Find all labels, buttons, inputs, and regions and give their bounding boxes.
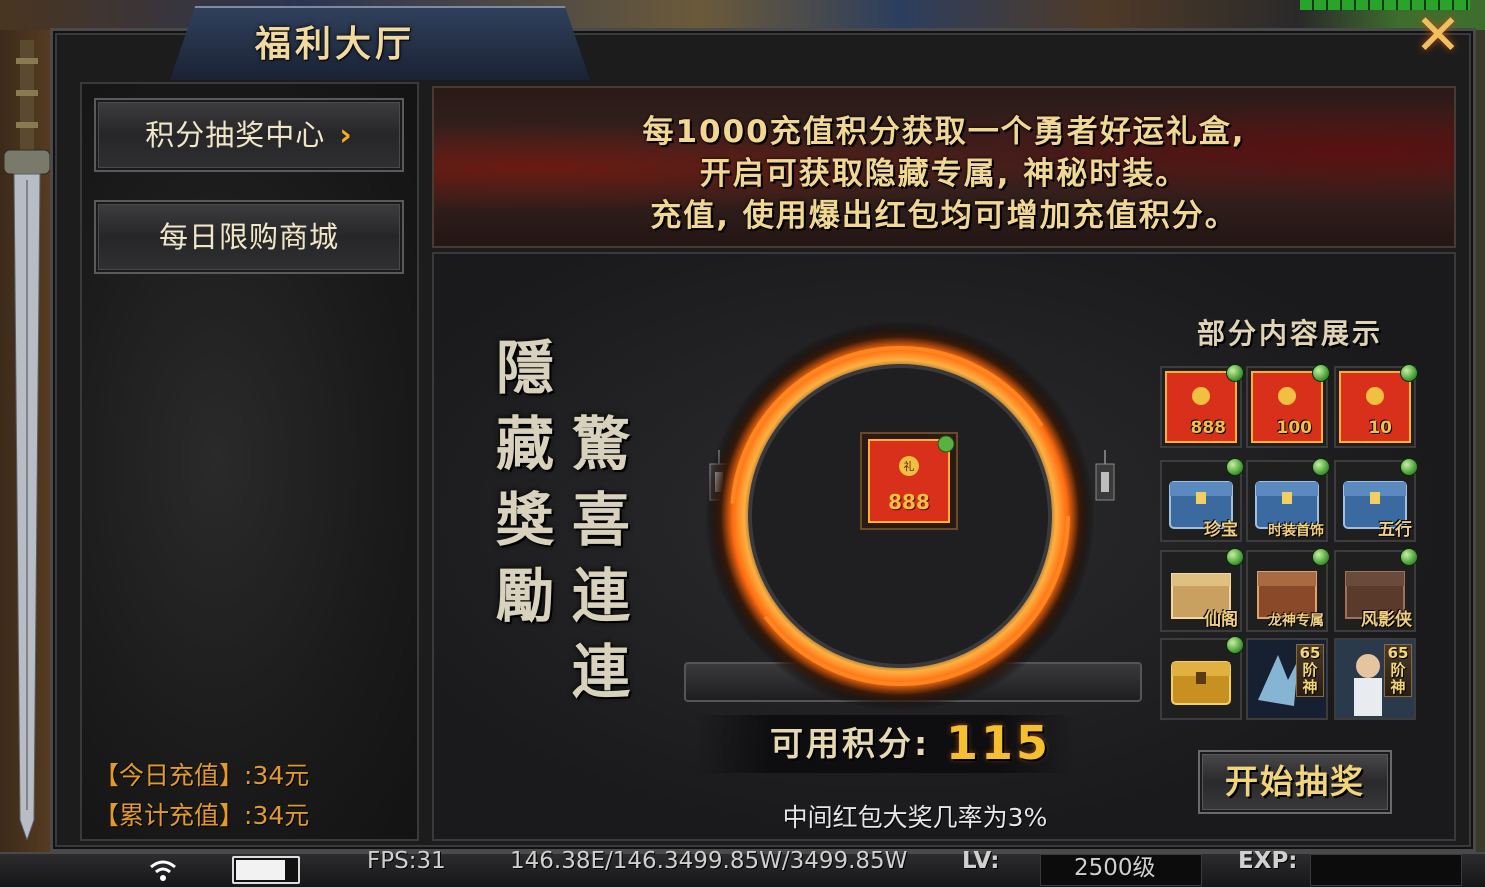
showcase-item-red-envelope-100[interactable]: 100 xyxy=(1246,364,1330,448)
banner-line-2: 开启可获取隐藏专属, 神秘时装。 xyxy=(699,156,1189,192)
owned-indicator-icon xyxy=(1400,364,1418,382)
points-label: 可用积分: xyxy=(770,724,931,763)
fps-readout: FPS:31 xyxy=(367,848,446,874)
level-value: 2500级 xyxy=(1074,855,1156,881)
window-title: 福利大厅 xyxy=(254,24,415,65)
hp-mp-readout: 146.38E/146.3499.85W/3499.85W xyxy=(510,848,908,874)
showcase-item-character[interactable]: 65阶神 xyxy=(1334,638,1416,720)
item-label: 五行 xyxy=(1378,520,1412,540)
showcase-item-treasure[interactable]: 珍宝 xyxy=(1160,458,1244,542)
slogan-text: 驚喜連連 xyxy=(571,410,630,706)
tier-tag: 65阶神 xyxy=(1296,644,1324,697)
showcase-title: 部分内容展示 xyxy=(1196,317,1383,350)
slogan-column-surprise: 驚喜連連 xyxy=(566,406,636,710)
exp-label: EXP: xyxy=(1238,848,1298,874)
sidebar-item-label: 积分抽奖中心 xyxy=(145,118,326,152)
main-prize-red-envelope-icon: 礼 xyxy=(860,432,958,530)
banner-line-1: 每1000充值积分获取一个勇者好运礼盒, xyxy=(642,114,1246,150)
owned-indicator-icon xyxy=(1226,458,1244,476)
showcase-item-gold-chest[interactable] xyxy=(1160,636,1244,720)
banner-line-3: 充值, 使用爆出红包均可增加充值积分。 xyxy=(650,198,1238,234)
sidebar: 积分抽奖中心 › 每日限购商城 【今日充值】:34元 【累计充值】:34元 xyxy=(80,82,419,841)
showcase-item-five-elements[interactable]: 五行 xyxy=(1334,458,1418,542)
main-prize-label: 888 xyxy=(888,490,930,514)
exp-box xyxy=(1310,854,1462,886)
today-charge: 【今日充值】:34元 xyxy=(94,756,309,792)
owned-indicator-icon xyxy=(1312,364,1330,382)
wifi-icon xyxy=(150,860,176,881)
total-charge: 【累计充值】:34元 xyxy=(94,796,309,832)
tier-tag: 65阶神 xyxy=(1384,644,1412,697)
battery-level xyxy=(236,860,285,880)
item-label: 珍宝 xyxy=(1204,520,1238,540)
owned-indicator-icon xyxy=(1226,636,1244,654)
owned-indicator-icon xyxy=(1400,548,1418,566)
sidebar-item-daily-shop[interactable]: 每日限购商城 xyxy=(94,200,404,274)
owned-indicator-icon xyxy=(1226,364,1244,382)
sword-decoration xyxy=(4,40,50,840)
owned-indicator-icon xyxy=(1226,548,1244,566)
item-label: 100 xyxy=(1276,418,1313,438)
sidebar-item-label: 每日限购商城 xyxy=(158,220,339,254)
owned-indicator-icon xyxy=(1312,548,1330,566)
showcase-item-xiange[interactable]: 仙阁 xyxy=(1160,548,1244,632)
today-charge-label: 【今日充值】 xyxy=(94,761,245,790)
item-label: 时装首饰 xyxy=(1268,523,1324,539)
slogan-column-hidden-reward: 隱藏獎勵 xyxy=(490,330,560,634)
points-value: 115 xyxy=(946,716,1052,770)
item-label: 10 xyxy=(1368,418,1392,438)
showcase-item-dragon-exclusive[interactable]: 龙神专属 xyxy=(1246,548,1330,632)
item-label: 仙阁 xyxy=(1204,610,1238,630)
item-label: 龙神专属 xyxy=(1268,613,1324,629)
battery-icon xyxy=(232,856,300,884)
total-charge-label: 【累计充值】 xyxy=(94,801,245,830)
info-banner: 每1000充值积分获取一个勇者好运礼盒, 开启可获取隐藏专属, 神秘时装。 充值… xyxy=(432,86,1456,248)
showcase-item-red-envelope-10[interactable]: 10 xyxy=(1334,364,1418,448)
start-lottery-button[interactable]: 开始抽奖 xyxy=(1198,750,1392,814)
chevron-right-icon: › xyxy=(339,118,353,153)
showcase-item-fengyingxia[interactable]: 风影侠 xyxy=(1334,548,1418,632)
item-label: 888 xyxy=(1190,418,1227,438)
showcase-item-red-envelope-888[interactable]: 888 xyxy=(1160,364,1244,448)
showcase-item-fashion-jewelry[interactable]: 时装首饰 xyxy=(1246,458,1330,542)
total-charge-value: :34元 xyxy=(244,801,310,830)
svg-text:礼: 礼 xyxy=(904,459,915,473)
sidebar-item-points-lottery[interactable]: 积分抽奖中心 › xyxy=(94,98,404,172)
odds-text: 中间红包大奖几率为3% xyxy=(782,803,1048,832)
slogan-text: 隱藏獎勵 xyxy=(495,334,554,630)
owned-indicator-icon xyxy=(1400,458,1418,476)
close-button[interactable]: ✕ xyxy=(1408,6,1468,68)
showcase-item-ice-wing[interactable]: 65阶神 xyxy=(1246,638,1328,720)
owned-indicator-icon xyxy=(1312,458,1330,476)
item-label: 风影侠 xyxy=(1361,610,1412,630)
level-label: LV: xyxy=(962,848,1000,874)
today-charge-value: :34元 xyxy=(244,761,310,790)
